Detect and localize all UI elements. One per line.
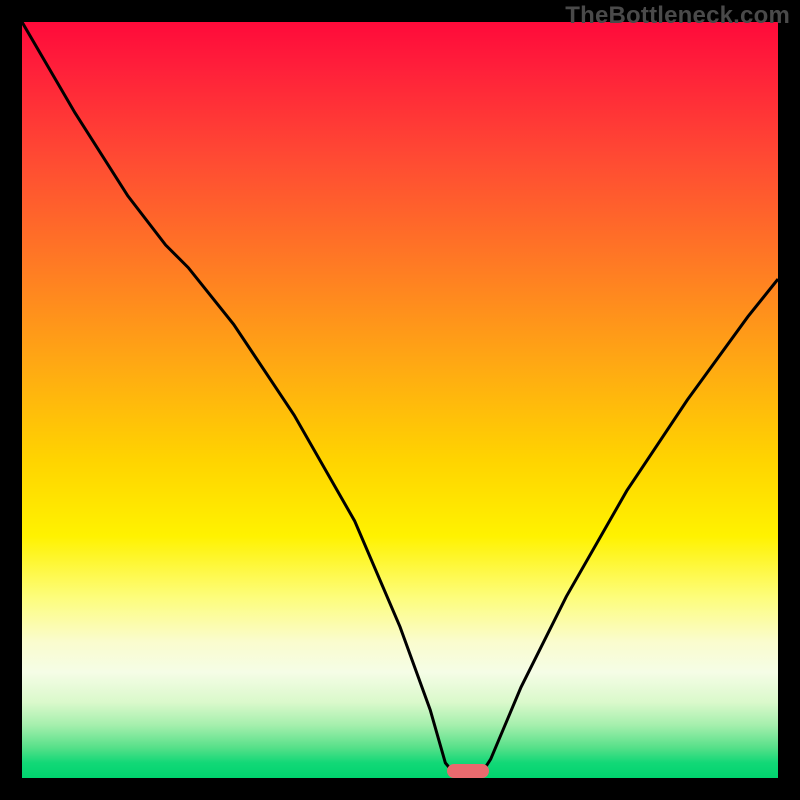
bottleneck-curve <box>22 22 778 778</box>
optimum-marker <box>447 764 489 778</box>
chart-frame: TheBottleneck.com <box>0 0 800 800</box>
plot-area <box>22 22 778 778</box>
curve-path <box>22 22 778 776</box>
watermark-text: TheBottleneck.com <box>565 2 790 30</box>
